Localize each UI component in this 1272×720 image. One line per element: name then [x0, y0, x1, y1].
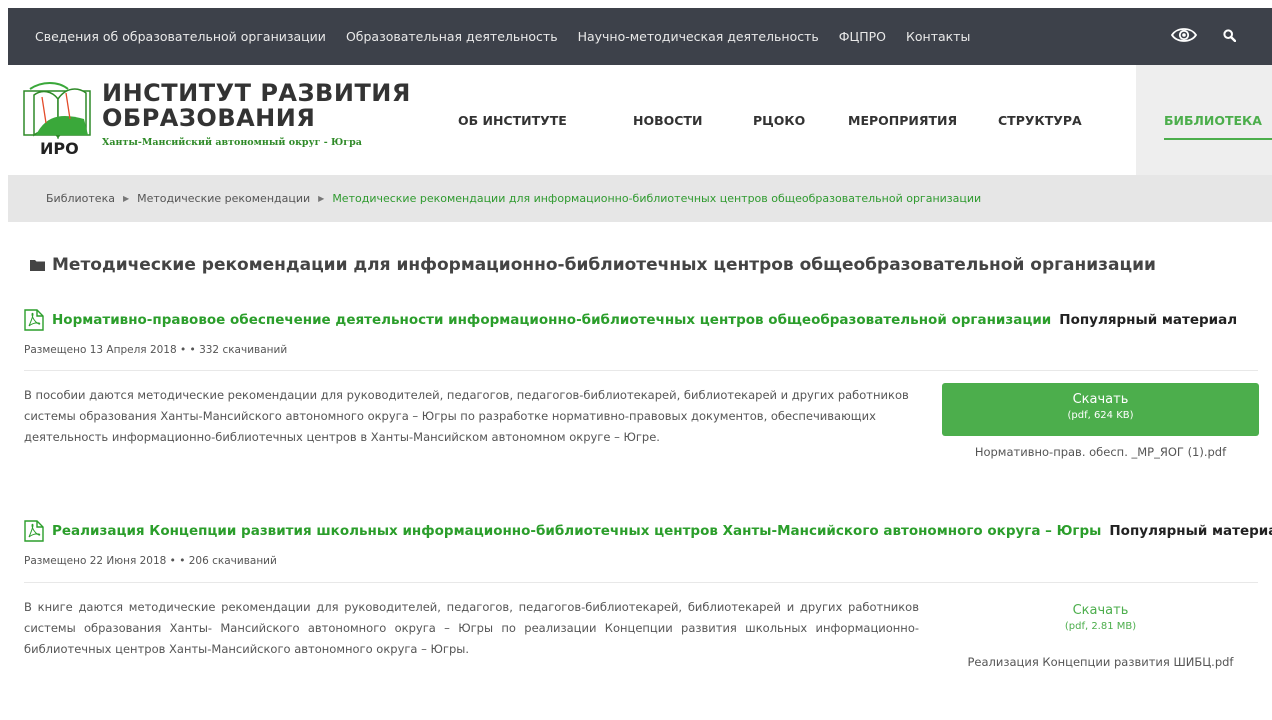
logo-subtitle: Ханты-Мансийский автономный округ - Югра [102, 137, 362, 148]
download-info: (pdf, 624 KB) [1067, 410, 1134, 421]
download-info: (pdf, 2.81 MB) [1064, 621, 1137, 632]
active-underline [1164, 138, 1272, 140]
divider [24, 582, 1258, 583]
logo-abbr: ИРО [40, 139, 79, 158]
download-label: Скачать [1072, 603, 1129, 618]
breadcrumb-item-library[interactable]: Библиотека [46, 192, 115, 205]
nav-item-about-institute[interactable]: ОБ ИНСТИТУТЕ [458, 113, 567, 128]
document-filename: Реализация Концепции развития ШИБЦ.pdf [967, 655, 1234, 669]
nav-item-structure[interactable]: СТРУКТУРА [998, 113, 1082, 128]
site-logo[interactable]: ИРО ИНСТИТУТ РАЗВИТИЯ ОБРАЗОВАНИЯ Ханты-… [22, 79, 410, 158]
breadcrumb-separator-icon: ▶ [318, 194, 325, 203]
document-title-link[interactable]: Реализация Концепции развития школьных и… [52, 523, 1101, 539]
folder-icon [30, 260, 45, 271]
top-nav-link-fcpro[interactable]: ФЦПРО [839, 29, 886, 44]
top-nav-link-education[interactable]: Образовательная деятельность [346, 29, 558, 44]
top-strip [0, 0, 1272, 8]
nav-item-library[interactable]: БИБЛИОТЕКА [1164, 113, 1262, 128]
logo-title-line1: ИНСТИТУТ РАЗВИТИЯ [102, 79, 411, 107]
logo-title-line2: ОБРАЗОВАНИЯ [102, 104, 316, 132]
download-link[interactable]: Скачать (pdf, 2.81 MB) [942, 603, 1259, 632]
top-nav-link-contacts[interactable]: Контакты [906, 29, 970, 44]
search-icon[interactable] [1223, 27, 1237, 46]
breadcrumb-item-recommendations[interactable]: Методические рекомендации [137, 192, 310, 205]
top-nav-icons [1170, 8, 1237, 65]
download-button[interactable]: Скачать (pdf, 624 KB) [942, 383, 1259, 436]
nav-item-rcoko[interactable]: РЦОКО [753, 113, 805, 128]
breadcrumb-current: Методические рекомендации для информацио… [332, 192, 982, 205]
top-nav-link-about-org[interactable]: Сведения об образовательной организации [35, 29, 326, 44]
nav-item-news[interactable]: НОВОСТИ [633, 113, 702, 128]
document-description: В книге даются методические рекомендации… [24, 600, 919, 656]
top-nav-links: Сведения об образовательной организации … [35, 8, 970, 65]
document-title-row: Реализация Концепции развития школьных и… [24, 520, 1272, 542]
breadcrumb-separator-icon: ▶ [122, 194, 130, 203]
download-label: Скачать [1072, 392, 1129, 407]
nav-item-events[interactable]: МЕРОПРИЯТИЯ [848, 113, 957, 128]
category-title: Методические рекомендации для информацио… [30, 255, 1156, 275]
document-title-row: Нормативно-правовое обеспечение деятельн… [24, 309, 1237, 331]
divider [24, 370, 1258, 371]
document-meta: Размещено 22 Июня 2018 • • 206 скачивани… [24, 555, 277, 567]
logo-title: ИНСТИТУТ РАЗВИТИЯ ОБРАЗОВАНИЯ [102, 81, 411, 131]
top-nav-link-research[interactable]: Научно-методическая деятельность [578, 29, 819, 44]
top-navigation-bar: Сведения об образовательной организации … [8, 8, 1272, 65]
site-header: ИРО ИНСТИТУТ РАЗВИТИЯ ОБРАЗОВАНИЯ Ханты-… [8, 65, 1272, 175]
pdf-file-icon [24, 309, 44, 331]
pdf-file-icon [24, 520, 44, 542]
breadcrumb: Библиотека ▶ Методические рекомендации ▶… [8, 175, 1272, 222]
eye-icon[interactable] [1170, 27, 1198, 47]
document-meta: Размещено 13 Апреля 2018 • • 332 скачива… [24, 344, 288, 356]
nav-item-library-active: БИБЛИОТЕКА [1136, 65, 1272, 175]
popular-badge: Популярный материал [1109, 523, 1272, 539]
document-filename: Нормативно-прав. обесп. _МР_ЯОГ (1).pdf [974, 445, 1227, 459]
document-description: В пособии даются методические рекомендац… [24, 388, 909, 444]
category-title-text: Методические рекомендации для информацио… [52, 255, 1156, 275]
document-title-link[interactable]: Нормативно-правовое обеспечение деятельн… [52, 312, 1051, 328]
popular-badge: Популярный материал [1059, 312, 1238, 328]
